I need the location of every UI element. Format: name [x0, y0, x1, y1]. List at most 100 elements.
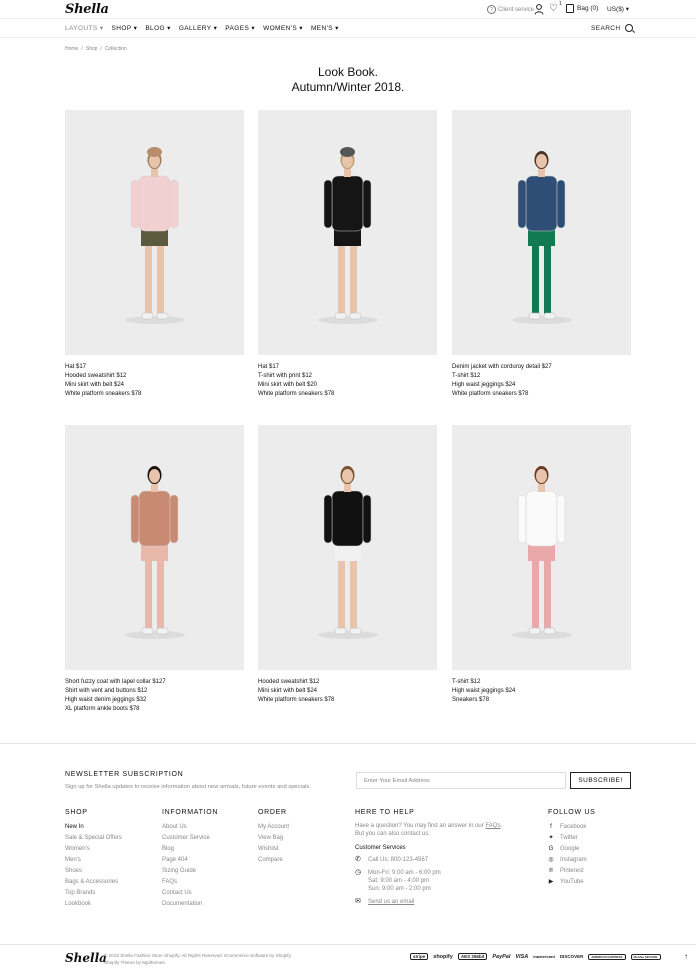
hours-line: Sat: 9:00 am - 4:00 pm: [368, 878, 430, 884]
footer-link[interactable]: Top Brands: [65, 888, 122, 899]
client-service-link[interactable]: ? Client service: [487, 5, 534, 14]
breadcrumb-shop[interactable]: Shop: [86, 46, 98, 52]
footer-link[interactable]: Wishlist: [258, 844, 289, 855]
look-item[interactable]: Denim jacket with corduroy detail $27: [452, 363, 631, 372]
look-item[interactable]: Hat $17: [65, 363, 244, 372]
nav-item-blog[interactable]: BLOG ▾: [145, 24, 171, 32]
social-twitter[interactable]: ✦ Twitter: [548, 833, 596, 844]
look-items-4: Short fuzzy coat with lapel collar $127 …: [65, 678, 244, 714]
email-row[interactable]: ✉ Send us an email: [355, 898, 515, 906]
look-item[interactable]: Mini skirt with belt $20: [258, 381, 437, 390]
footer-link[interactable]: Contact Us: [162, 888, 218, 899]
figure-part: [334, 312, 347, 320]
help-text-2: But you can also contact us:: [355, 831, 431, 837]
look-item[interactable]: Sneakers $78: [452, 696, 631, 705]
footer-link[interactable]: Compare: [258, 855, 289, 866]
footer-link[interactable]: Shoes: [65, 866, 122, 877]
figure-part: [125, 316, 185, 324]
look-item[interactable]: XL platform ankle boots $78: [65, 705, 244, 714]
footer-link[interactable]: My Account: [258, 822, 289, 833]
figure-part: [544, 240, 551, 315]
search-button[interactable]: SEARCH: [591, 24, 633, 32]
look-item[interactable]: High waist jeggings $24: [452, 687, 631, 696]
footer-link[interactable]: Blog: [162, 844, 218, 855]
newsletter-email-input[interactable]: [356, 772, 566, 789]
phone-row[interactable]: ✆ Call Us: 800-123-4567: [355, 856, 515, 864]
look-item[interactable]: White platform sneakers $78: [258, 696, 437, 705]
footer-order-title: ORDER: [258, 809, 287, 816]
footer-link[interactable]: Sizing Guide: [162, 866, 218, 877]
look-item[interactable]: Short fuzzy coat with lapel collar $127: [65, 678, 244, 687]
footer-link[interactable]: About Us: [162, 822, 218, 833]
back-to-top-arrow-icon[interactable]: ↑: [684, 952, 688, 961]
nav-item-gallery[interactable]: GALLERY ▾: [179, 24, 217, 32]
look-item[interactable]: T-shirt $12: [452, 372, 631, 381]
footer-link[interactable]: View Bag: [258, 833, 289, 844]
look-item[interactable]: Mini skirt with belt $24: [65, 381, 244, 390]
look-item[interactable]: T-shirt $12: [452, 678, 631, 687]
look-item[interactable]: White platform sneakers $78: [452, 390, 631, 399]
footer-link[interactable]: New In: [65, 822, 122, 833]
look-item[interactable]: Mini skirt with belt $24: [258, 687, 437, 696]
logo[interactable]: Shella: [65, 2, 109, 17]
footer-link[interactable]: Page 404: [162, 855, 218, 866]
look-card-6[interactable]: T-shirt $12 High waist jeggings $24 Snea…: [452, 425, 631, 705]
wishlist-heart-icon[interactable]: ♡: [549, 4, 558, 14]
look-item[interactable]: White platform sneakers $78: [258, 390, 437, 399]
figure-part: [512, 316, 572, 324]
footer-link[interactable]: Men's: [65, 855, 122, 866]
footer-link[interactable]: FAQs: [162, 877, 218, 888]
email-link[interactable]: Send us an email: [368, 898, 414, 906]
look-photo-1[interactable]: [65, 110, 244, 355]
figure-part: [349, 627, 362, 635]
footer-logo[interactable]: Shella: [65, 951, 107, 965]
footer-link[interactable]: Women's: [65, 844, 122, 855]
figure-part: [138, 175, 171, 232]
look-photo-2[interactable]: [258, 110, 437, 355]
look-item[interactable]: Hooded sweatshirt $12: [258, 678, 437, 687]
look-photo-4[interactable]: [65, 425, 244, 670]
nav-item-shop[interactable]: SHOP ▾: [112, 24, 138, 32]
nav-item-layouts[interactable]: LAYOUTS ▾: [65, 24, 104, 32]
footer-link[interactable]: Documentation: [162, 899, 218, 910]
look-card-1[interactable]: Hat $17 Hooded sweatshirt $12 Mini skirt…: [65, 110, 244, 399]
look-item[interactable]: Shirt with vent and buttons $12: [65, 687, 244, 696]
breadcrumb-home[interactable]: Home: [65, 46, 78, 52]
social-youtube[interactable]: ▶ YouTube: [548, 877, 596, 888]
look-card-3[interactable]: Denim jacket with corduroy detail $27 T-…: [452, 110, 631, 399]
look-item[interactable]: T-shirt with print $12: [258, 372, 437, 381]
bag-button[interactable]: Bag (0): [566, 4, 598, 13]
look-card-4[interactable]: Short fuzzy coat with lapel collar $127 …: [65, 425, 244, 714]
help-text-1: Have a question? You may find an answer …: [355, 823, 484, 829]
look-item[interactable]: High waist denim jeggings $32: [65, 696, 244, 705]
shopping-bag-icon: [566, 4, 574, 13]
footer-link[interactable]: Customer Service: [162, 833, 218, 844]
social-label: Twitter: [560, 835, 578, 841]
look-card-5[interactable]: Hooded sweatshirt $12 Mini skirt with be…: [258, 425, 437, 705]
currency-selector[interactable]: US($) ▾: [607, 5, 629, 13]
footer-link[interactable]: Bags & Accessories: [65, 877, 122, 888]
user-icon[interactable]: [534, 4, 544, 15]
figure-part: [169, 494, 179, 544]
look-card-2[interactable]: Hat $17 T-shirt with print $12 Mini skir…: [258, 110, 437, 399]
social-google[interactable]: G Google: [548, 844, 596, 855]
footer-link[interactable]: Lookbook: [65, 899, 122, 910]
social-facebook[interactable]: f Facebook: [548, 822, 596, 833]
nav-item-mens[interactable]: MEN'S ▾: [311, 24, 339, 32]
footer-link[interactable]: Sale & Special Offers: [65, 833, 122, 844]
look-item[interactable]: Hooded sweatshirt $12: [65, 372, 244, 381]
look-item[interactable]: White platform sneakers $78: [65, 390, 244, 399]
footer-help-title: HERE TO HELP: [355, 809, 415, 816]
nav-item-womens[interactable]: WOMEN'S ▾: [263, 24, 303, 32]
look-photo-5[interactable]: [258, 425, 437, 670]
nav-item-pages[interactable]: PAGES ▾: [225, 24, 255, 32]
social-instagram[interactable]: ◎ Instagram: [548, 855, 596, 866]
look-item[interactable]: High waist jeggings $24: [452, 381, 631, 390]
subscribe-button[interactable]: SUBSCRIBE!: [570, 772, 631, 789]
look-photo-3[interactable]: [452, 110, 631, 355]
social-pinterest[interactable]: ℗ Pinterest: [548, 866, 596, 877]
faq-link[interactable]: FAQs: [485, 823, 500, 829]
look-item[interactable]: Hat $17: [258, 363, 437, 372]
look-photo-6[interactable]: [452, 425, 631, 670]
breadcrumb-current: Collection: [104, 46, 127, 52]
